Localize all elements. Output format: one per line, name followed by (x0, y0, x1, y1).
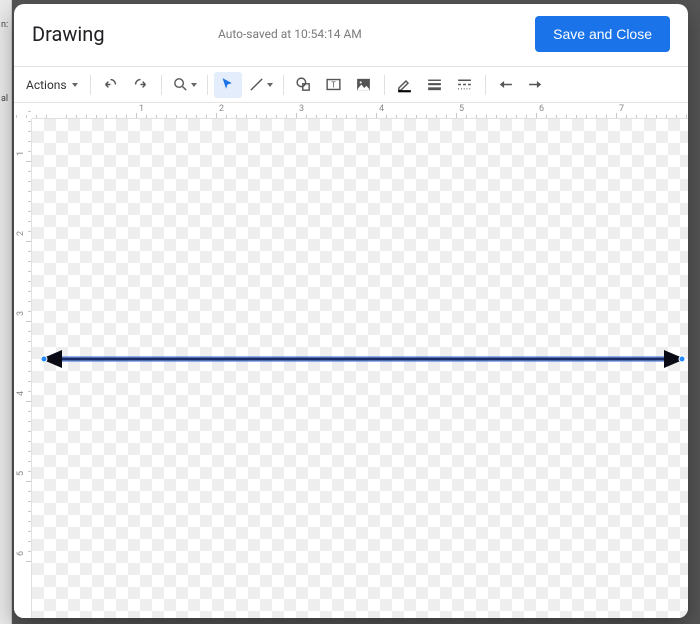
line-weight-button[interactable] (421, 72, 449, 98)
background-context: n: al (0, 0, 12, 624)
line-end-button[interactable] (522, 72, 550, 98)
dialog-header: Drawing Auto-saved at 10:54:14 AM Save a… (14, 4, 688, 67)
line-start-button[interactable] (492, 72, 520, 98)
arrow-end-icon (527, 76, 544, 93)
actions-menu-button[interactable]: Actions (20, 72, 84, 98)
undo-button[interactable] (97, 72, 125, 98)
dropdown-caret-icon (267, 83, 273, 87)
drawn-shape[interactable] (32, 119, 688, 618)
line-color-button[interactable] (391, 72, 419, 98)
toolbar-separator (283, 75, 284, 95)
drawing-canvas[interactable] (32, 119, 688, 618)
zoom-icon (172, 76, 189, 93)
arrow-start-icon (497, 76, 514, 93)
line-dash-icon (456, 76, 473, 93)
line-tool-button[interactable] (244, 72, 277, 98)
shape-icon (295, 76, 312, 93)
image-tool-button[interactable] (350, 72, 378, 98)
textbox-tool-button[interactable]: T (320, 72, 348, 98)
dropdown-caret-icon (72, 83, 78, 87)
zoom-button[interactable] (168, 72, 201, 98)
redo-button[interactable] (127, 72, 155, 98)
toolbar-separator (207, 75, 208, 95)
canvas-area: 12345678 123456 (14, 103, 688, 618)
line-weight-icon (426, 76, 443, 93)
selection-handle-start[interactable] (41, 356, 48, 363)
pen-icon (396, 76, 413, 93)
line-icon (248, 76, 265, 93)
dropdown-caret-icon (191, 83, 197, 87)
selection-handle-end[interactable] (679, 356, 686, 363)
actions-menu-label: Actions (26, 78, 67, 92)
toolbar-separator (161, 75, 162, 95)
image-icon (355, 76, 372, 93)
ruler-vertical: 123456 (14, 119, 32, 618)
svg-text:T: T (331, 80, 336, 89)
cursor-icon (219, 76, 236, 93)
drawing-dialog: Drawing Auto-saved at 10:54:14 AM Save a… (14, 4, 688, 618)
undo-icon (102, 76, 119, 93)
select-tool-button[interactable] (214, 72, 242, 98)
toolbar-separator (90, 75, 91, 95)
toolbar: Actions T (14, 67, 688, 103)
save-and-close-button[interactable]: Save and Close (535, 16, 670, 52)
toolbar-separator (384, 75, 385, 95)
redo-icon (132, 76, 149, 93)
shape-tool-button[interactable] (290, 72, 318, 98)
toolbar-separator (485, 75, 486, 95)
textbox-icon: T (325, 76, 342, 93)
ruler-horizontal: 12345678 (32, 103, 688, 119)
line-dash-button[interactable] (451, 72, 479, 98)
autosave-status: Auto-saved at 10:54:14 AM (45, 27, 536, 41)
